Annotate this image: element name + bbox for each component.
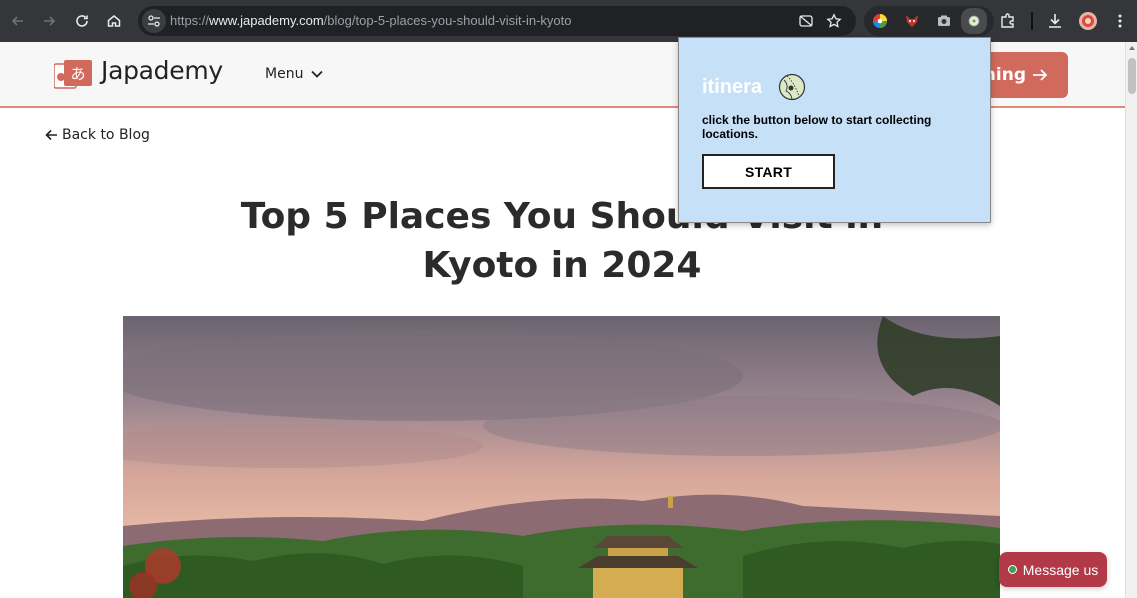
camera-icon xyxy=(938,15,950,26)
scroll-thumb[interactable] xyxy=(1128,58,1136,94)
reload-icon xyxy=(76,15,88,27)
logo-glyph: あ xyxy=(70,65,85,83)
camera-extension[interactable] xyxy=(934,11,954,31)
bookmark-star-button[interactable] xyxy=(824,11,844,31)
tune-icon xyxy=(148,15,160,27)
scroll-up-icon[interactable] xyxy=(1129,46,1135,50)
fox-icon xyxy=(906,15,918,27)
back-nav-button[interactable] xyxy=(6,9,30,33)
url-text: https://www.japademy.com/blog/top-5-plac… xyxy=(170,13,572,28)
popup-instructions: click the button below to start collecti… xyxy=(702,113,932,141)
message-us-label: Message us xyxy=(1022,561,1099,578)
more-vertical-icon xyxy=(1118,14,1122,28)
browser-toolbar: https://www.japademy.com/blog/top-5-plac… xyxy=(0,0,1137,42)
back-link-label: Back to Blog xyxy=(62,127,150,143)
address-bar[interactable]: https://www.japademy.com/blog/top-5-plac… xyxy=(138,6,856,36)
url-host: www.japademy.com xyxy=(209,13,324,28)
arrow-right-icon xyxy=(1033,69,1048,81)
message-us-button[interactable]: Message us xyxy=(999,552,1107,587)
back-to-blog-link[interactable]: Back to Blog xyxy=(45,127,150,143)
start-collecting-button[interactable]: START xyxy=(702,154,835,189)
home-button[interactable] xyxy=(102,9,126,33)
extensions-tray xyxy=(864,6,994,36)
page-scrollbar[interactable] xyxy=(1125,42,1137,598)
online-status-dot xyxy=(1007,565,1017,574)
eye-off-button[interactable] xyxy=(796,11,816,31)
forward-nav-button[interactable] xyxy=(37,9,61,33)
arrow-left-icon xyxy=(11,16,23,26)
japademy-logo-icon[interactable]: あ xyxy=(54,60,92,90)
color-wheel-extension[interactable] xyxy=(870,11,890,31)
itinera-extension-button[interactable] xyxy=(961,8,987,34)
menu-label: Menu xyxy=(265,66,304,82)
puzzle-icon xyxy=(1001,13,1014,28)
popup-brand: itinera xyxy=(702,76,763,98)
extensions-menu-button[interactable] xyxy=(996,9,1020,33)
arrow-right-icon xyxy=(44,16,56,26)
url-path: /blog/top-5-places-you-should-visit-in-k… xyxy=(323,13,572,28)
site-info-button[interactable] xyxy=(142,9,166,33)
itinera-extension-popup: itinera click the button below to start … xyxy=(678,37,991,223)
url-prefix: https:// xyxy=(170,13,210,28)
eye-off-icon xyxy=(799,15,813,27)
reload-button[interactable] xyxy=(70,9,94,33)
avatar-icon xyxy=(1079,12,1097,30)
globe-icon xyxy=(968,15,980,27)
itinera-logo-icon xyxy=(778,73,806,101)
chevron-down-icon xyxy=(311,70,324,78)
star-icon xyxy=(826,13,842,28)
site-logo-text[interactable]: Japademy xyxy=(101,56,223,85)
profile-avatar[interactable] xyxy=(1076,9,1100,33)
toolbar-divider xyxy=(1031,12,1033,30)
color-wheel-icon xyxy=(873,14,887,28)
fox-extension[interactable] xyxy=(902,11,922,31)
downloads-button[interactable] xyxy=(1043,9,1067,33)
arrow-left-icon xyxy=(45,129,57,141)
menu-button[interactable]: Menu xyxy=(265,66,324,82)
kyoto-hero-image xyxy=(123,316,1000,598)
home-icon xyxy=(107,15,121,27)
download-icon xyxy=(1049,14,1061,28)
browser-menu-button[interactable] xyxy=(1108,9,1132,33)
